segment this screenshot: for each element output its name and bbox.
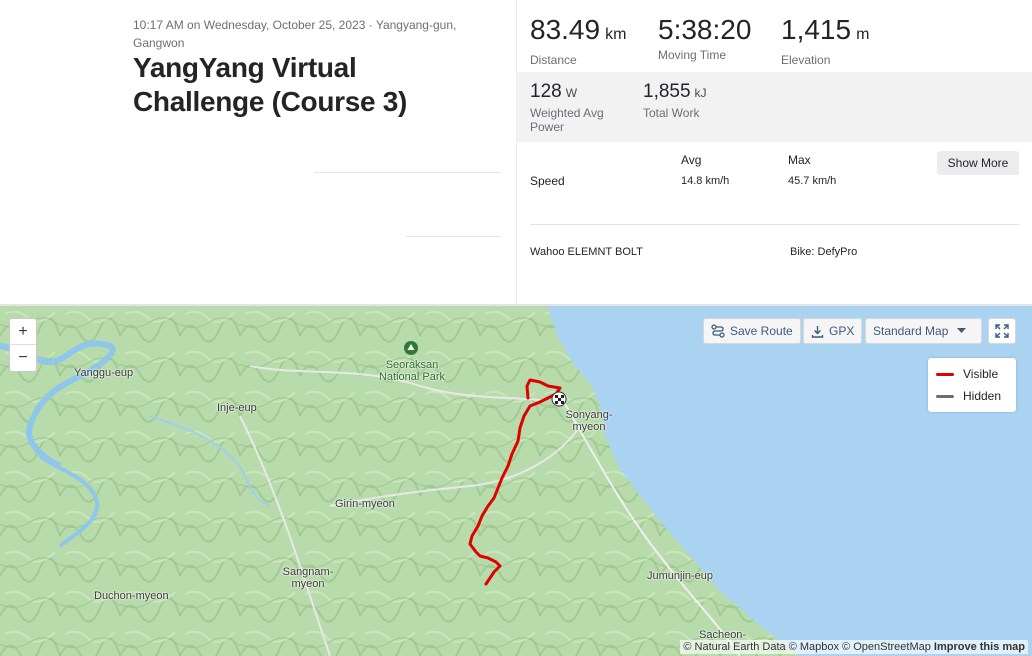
finish-flag-icon (551, 391, 567, 407)
bike-name: Bike: DefyPro (790, 246, 858, 258)
stat-moving-time-label: Moving Time (658, 48, 727, 62)
speed-max-header: Max (788, 153, 811, 167)
place-duchon: Duchon-myeon (94, 590, 169, 602)
stat-elevation-label: Elevation (781, 53, 831, 67)
legend-hidden[interactable]: Hidden (936, 389, 1001, 403)
legend-visible[interactable]: Visible (936, 367, 998, 381)
stat-work: 1,855 kJ Total Work (643, 81, 707, 120)
save-route-label: Save Route (730, 324, 793, 338)
stat-distance-unit: km (605, 26, 627, 43)
divider (530, 224, 1019, 225)
stat-power-label: Weighted Avg Power (530, 106, 604, 134)
secondary-stats-panel: 128 W Weighted Avg Power 1,855 kJ Total Wo… (517, 72, 1032, 142)
activity-title: YangYang Virtual Challenge (Course 3) (133, 52, 408, 117)
speed-avg-value: 14.8 km/h (681, 175, 730, 187)
map-canvas[interactable] (0, 306, 1032, 656)
activity-stats: 83.49 km Distance 5:38:20 Moving Time 1,4… (516, 0, 1032, 305)
place-jumunjin: Jumunjin-eup (647, 570, 714, 582)
attribution-text[interactable]: © Natural Earth Data © Mapbox © OpenStre… (683, 641, 930, 653)
stat-distance: 83.49 km Distance (530, 14, 626, 67)
zoom-out-button[interactable]: − (10, 345, 36, 371)
activity-datetime: 10:17 AM on Wednesday, October 25, 2023 … (133, 18, 457, 50)
divider (314, 172, 500, 173)
place-seorak: Seoraksan National Park (378, 359, 446, 383)
zoom-in-button[interactable]: + (10, 319, 36, 345)
map-style-dropdown[interactable]: Standard Map (865, 318, 982, 344)
stat-work-label: Total Work (643, 106, 700, 120)
activity-map[interactable]: Yanggu-eup Inje-eup Seoraksan National P… (0, 306, 1032, 656)
place-girin: Girin-myeon (335, 498, 395, 510)
stat-power-unit: W (565, 86, 578, 100)
activity-summary: 10:17 AM on Wednesday, October 25, 2023 … (0, 0, 516, 305)
speed-row-label: Speed (530, 174, 565, 188)
stat-distance-value: 83.49 (530, 14, 601, 45)
stat-elevation-unit: m (856, 26, 870, 43)
stat-elevation-value: 1,415 (781, 14, 852, 45)
speed-avg-header: Avg (681, 153, 702, 167)
place-yanggu: Yanggu-eup (74, 367, 134, 379)
speed-max-value: 45.7 km/h (788, 175, 837, 187)
save-route-button[interactable]: Save Route (703, 318, 801, 344)
stat-work-unit: kJ (694, 86, 707, 100)
improve-map-link[interactable]: Improve this map (934, 641, 1025, 653)
map-style-label: Standard Map (873, 324, 949, 338)
legend-hidden-swatch (936, 394, 954, 398)
gpx-button[interactable]: GPX (803, 318, 862, 344)
show-more-button[interactable]: Show More (937, 151, 1019, 175)
stat-elevation: 1,415 m Elevation (781, 14, 869, 67)
place-inje: Inje-eup (217, 402, 257, 414)
route-legend: Visible Hidden (928, 358, 1016, 412)
stat-moving-time: 5:38:20 Moving Time (658, 14, 751, 62)
gpx-label: GPX (829, 324, 855, 338)
device-name: Wahoo ELEMNT BOLT (530, 246, 643, 258)
stat-moving-time-value: 5:38:20 (658, 14, 752, 45)
caret-down-icon (957, 328, 967, 334)
route-icon (711, 324, 725, 338)
stat-power-value: 128 (530, 81, 562, 102)
legend-hidden-label: Hidden (963, 389, 1002, 403)
divider (406, 236, 500, 237)
zoom-control: + − (9, 318, 37, 372)
place-sangnam: Sangnam-myeon (282, 566, 334, 590)
park-marker-icon (404, 341, 418, 355)
map-attribution: © Natural Earth Data © Mapbox © OpenStre… (680, 640, 1028, 654)
fullscreen-button[interactable] (988, 318, 1016, 344)
stat-power: 128 W Weighted Avg Power (530, 81, 630, 134)
stat-distance-label: Distance (530, 53, 577, 67)
fullscreen-icon (995, 324, 1009, 338)
legend-visible-swatch (936, 372, 954, 376)
download-icon (811, 325, 824, 338)
stat-work-value: 1,855 (643, 81, 691, 102)
place-sonyang: Sonyang-myeon (565, 409, 613, 433)
legend-visible-label: Visible (963, 367, 999, 381)
